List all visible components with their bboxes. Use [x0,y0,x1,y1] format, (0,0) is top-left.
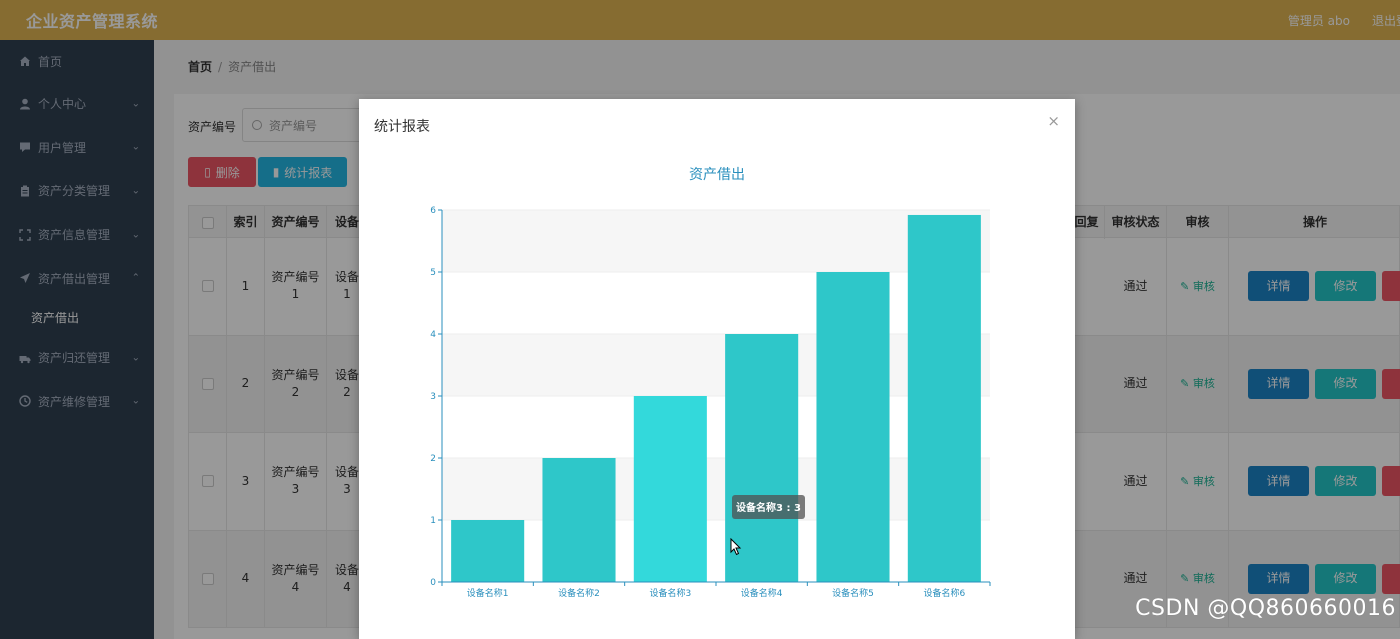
watermark: CSDN @QQ860660016 [1135,596,1396,621]
x-tick-label: 设备名称5 [832,587,874,599]
y-tick-label: 4 [430,330,436,340]
tooltip-text: 设备名称3 : 3 [736,501,801,514]
chart-tooltip: 设备名称3 : 3 [732,495,805,519]
close-icon[interactable]: × [1047,112,1060,130]
y-tick-label: 2 [430,454,436,464]
y-tick-label: 3 [430,392,436,402]
y-tick-label: 1 [430,516,436,526]
bar [633,396,707,582]
x-tick-label: 设备名称3 [649,587,691,599]
x-tick-label: 设备名称2 [558,587,600,599]
x-tick-label: 设备名称4 [741,587,783,599]
y-tick-label: 6 [430,206,436,216]
mouse-cursor-icon [730,538,742,556]
bar [542,458,616,582]
x-tick-label: 设备名称1 [467,587,509,599]
x-tick-label: 设备名称6 [923,587,965,599]
bar [451,520,525,582]
y-tick-label: 5 [430,268,436,278]
y-tick-label: 0 [430,578,436,588]
modal-title: 统计报表 [374,119,430,135]
chart-title: 资产借出 [689,167,745,183]
bar [907,214,981,582]
stats-modal: 统计报表 × 资产借出 0 1 2 3 4 5 6 设备名称1 设备名称2 设备名称3 设备名称4 设备… [359,99,1075,639]
bar-chart: 资产借出 0 1 2 3 4 5 6 设备名称1 设备名称2 设备名称3 设备名称4 设备名称5 设备名称… [430,167,991,599]
bar [816,272,890,582]
